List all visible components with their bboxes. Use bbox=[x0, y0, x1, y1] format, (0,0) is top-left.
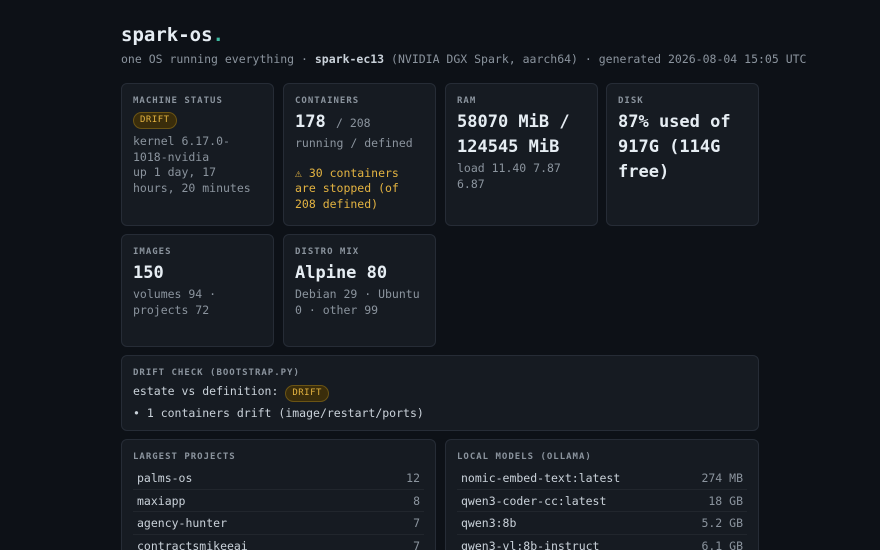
disk-card: DISK 87% used of 917G (114G free) bbox=[606, 83, 759, 226]
model-row[interactable]: qwen3-vl:8b-instruct 6.1 GB bbox=[457, 535, 747, 550]
containers-caption: running / defined bbox=[295, 136, 413, 150]
model-size: 274 MB bbox=[701, 471, 743, 485]
local-models-label: LOCAL MODELS (OLLAMA) bbox=[457, 452, 592, 462]
model-name: nomic-embed-text:latest bbox=[461, 471, 621, 485]
project-count: 8 bbox=[413, 493, 420, 508]
title-text: spark-os bbox=[121, 24, 213, 46]
title-dot: . bbox=[212, 24, 224, 46]
model-size: 6.1 GB bbox=[701, 538, 743, 550]
drift-check-text: estate vs definition: bbox=[133, 384, 279, 398]
project-name: palms-os bbox=[137, 471, 193, 485]
project-row[interactable]: palms-os 12 bbox=[133, 467, 424, 490]
containers-label: CONTAINERS bbox=[295, 96, 360, 106]
model-name: qwen3-coder-cc:latest bbox=[461, 493, 607, 508]
project-name: agency-hunter bbox=[137, 516, 228, 530]
images-card: IMAGES 150 volumes 94 · projects 72 bbox=[121, 234, 274, 347]
projects-list: palms-os 12 maxiapp 8 agency-hunter 7 contr… bbox=[133, 467, 424, 550]
project-row[interactable]: contractsmikeeai 7 bbox=[133, 535, 424, 550]
drift-check-badge: DRIFT bbox=[285, 385, 329, 402]
project-count: 7 bbox=[413, 516, 420, 530]
subtitle-suffix: (NVIDIA DGX Spark, aarch64) · generated … bbox=[384, 52, 807, 66]
kernel-version: kernel 6.17.0-1018-nvidia bbox=[133, 134, 230, 164]
largest-projects-label: LARGEST PROJECTS bbox=[133, 452, 236, 462]
models-list: nomic-embed-text:latest 274 MB qwen3-code… bbox=[457, 467, 747, 550]
ram-value: 58070 MiB / 124545 MiB bbox=[457, 112, 570, 157]
model-row[interactable]: qwen3-coder-cc:latest 18 GB bbox=[457, 490, 747, 512]
project-count: 12 bbox=[406, 471, 420, 485]
model-size: 18 GB bbox=[708, 493, 743, 508]
drift-item-text: 1 containers drift (image/restart/ports) bbox=[146, 406, 424, 420]
model-name: qwen3:8b bbox=[461, 516, 517, 530]
project-count: 7 bbox=[413, 538, 420, 550]
containers-warning: ⚠ 30 containers are stopped (of 208 defi… bbox=[295, 165, 399, 211]
load-average: load 11.40 7.87 6.87 bbox=[457, 161, 561, 191]
page-header: spark-os. one OS running everything · sp… bbox=[121, 24, 806, 67]
subtitle-prefix: one OS running everything · bbox=[121, 52, 315, 66]
uptime: up 1 day, 17 hours, 20 minutes bbox=[133, 165, 251, 195]
containers-count: 178 / 208 bbox=[295, 110, 424, 136]
project-row[interactable]: agency-hunter 7 bbox=[133, 512, 424, 535]
ram-label: RAM bbox=[457, 96, 477, 106]
drift-item: • 1 containers drift (image/restart/port… bbox=[133, 406, 424, 420]
distro-card: DISTRO MIX Alpine 80 Debian 29 · Ubuntu … bbox=[283, 234, 436, 347]
ram-card: RAM 58070 MiB / 124545 MiB load 11.40 7.… bbox=[445, 83, 598, 226]
containers-card: CONTAINERS 178 / 208 running / defined ⚠… bbox=[283, 83, 436, 226]
project-row[interactable]: maxiapp 8 bbox=[133, 490, 424, 512]
containers-defined: / 208 bbox=[335, 116, 371, 130]
images-detail: volumes 94 · projects 72 bbox=[133, 287, 217, 317]
drift-check-label: DRIFT CHECK (BOOTSTRAP.PY) bbox=[133, 368, 300, 378]
disk-value: 87% used of 917G (114G free) bbox=[618, 112, 731, 182]
page-subtitle: one OS running everything · spark-ec13 (… bbox=[121, 51, 806, 67]
largest-projects-card: LARGEST PROJECTS palms-os 12 maxiapp 8 age… bbox=[121, 439, 436, 550]
model-size: 5.2 GB bbox=[701, 516, 743, 530]
distro-value: Alpine 80 bbox=[295, 263, 388, 283]
model-row[interactable]: qwen3:8b 5.2 GB bbox=[457, 512, 747, 535]
drift-check-card: DRIFT CHECK (BOOTSTRAP.PY) estate vs def… bbox=[121, 355, 759, 431]
machine-status-badge: DRIFT bbox=[133, 112, 177, 129]
machine-status-label: MACHINE STATUS bbox=[133, 96, 223, 106]
page-title: spark-os. bbox=[121, 24, 759, 46]
machine-status-card: MACHINE STATUS DRIFT kernel 6.17.0-1018-… bbox=[121, 83, 274, 226]
local-models-card: LOCAL MODELS (OLLAMA) nomic-embed-text:l… bbox=[445, 439, 759, 550]
model-name: qwen3-vl:8b-instruct bbox=[461, 538, 600, 550]
images-value: 150 bbox=[133, 263, 164, 283]
host-name: spark-ec13 bbox=[314, 52, 385, 66]
containers-running: 178 bbox=[295, 112, 326, 132]
drift-check-line: estate vs definition: DRIFT bbox=[133, 382, 747, 402]
project-name: contractsmikeeai bbox=[137, 538, 248, 550]
images-label: IMAGES bbox=[133, 247, 172, 257]
project-name: maxiapp bbox=[137, 493, 186, 508]
distro-detail: Debian 29 · Ubuntu 0 · other 99 bbox=[295, 287, 420, 317]
disk-label: DISK bbox=[618, 96, 644, 106]
distro-label: DISTRO MIX bbox=[295, 247, 360, 257]
model-row[interactable]: nomic-embed-text:latest 274 MB bbox=[457, 467, 747, 490]
